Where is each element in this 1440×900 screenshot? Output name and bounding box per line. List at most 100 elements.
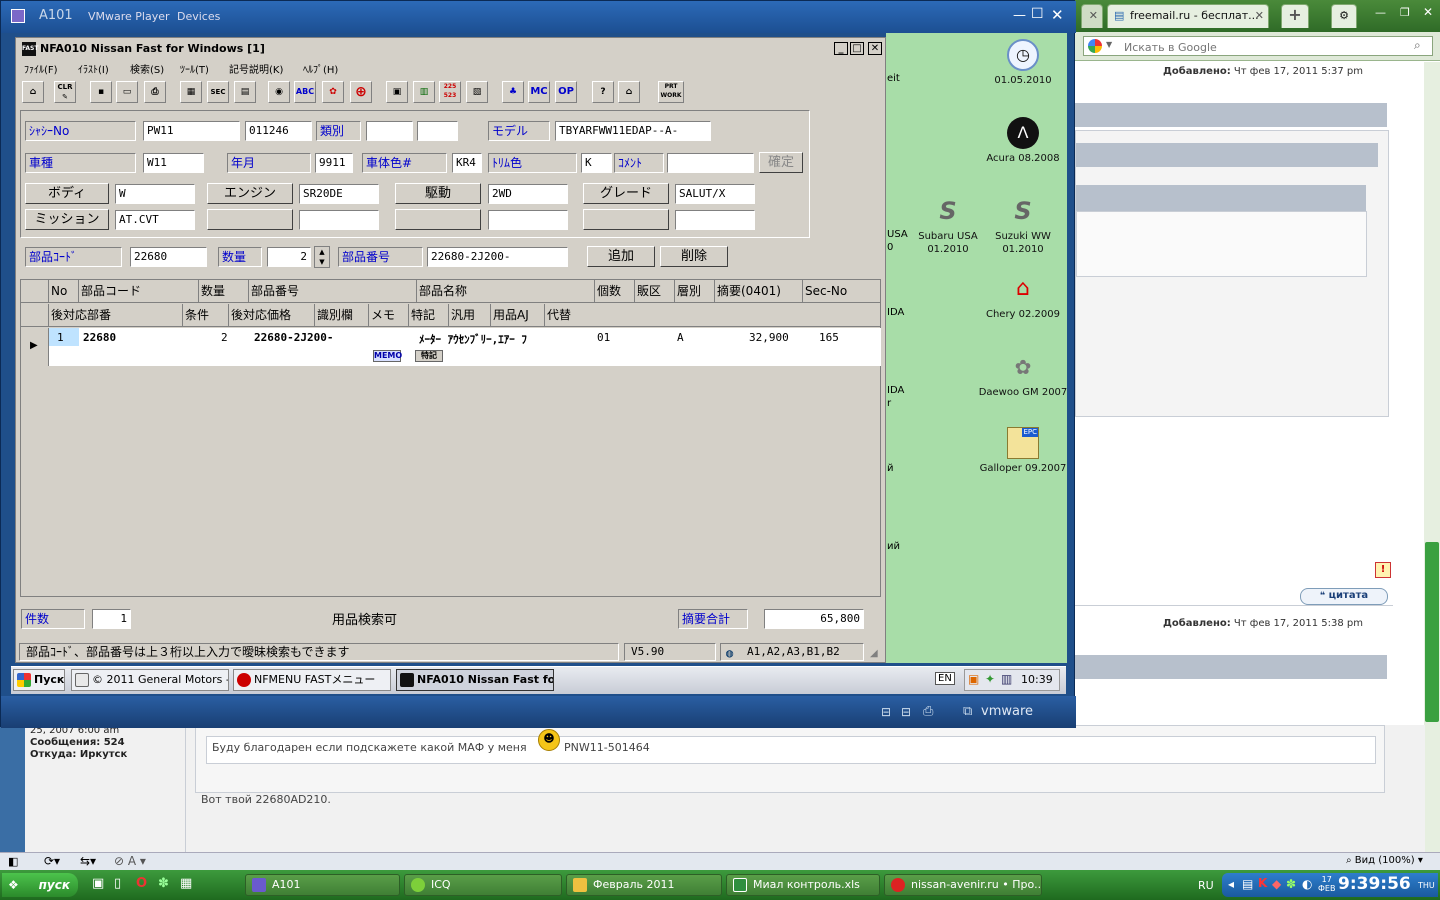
chassis-serial-field[interactable]: 011246 [245, 121, 312, 141]
extension-icon[interactable]: ⚙ [1331, 4, 1357, 28]
report-icon[interactable]: ! [1375, 562, 1391, 578]
menu-file[interactable]: ﾌｧｲﾙ(F) [24, 61, 58, 76]
resize-grip-icon[interactable]: ◢ [870, 648, 878, 659]
trim-color-field[interactable]: K [581, 153, 612, 173]
spec-field-empty[interactable] [299, 210, 379, 230]
column-header[interactable]: 汎用 [449, 304, 491, 327]
class-field-1[interactable] [366, 121, 413, 141]
spec-button-empty[interactable] [395, 209, 481, 230]
volume-icon[interactable]: ◐ [1302, 877, 1312, 891]
zoom-control[interactable]: ⌕ Вид (100%) ▾ [1346, 855, 1423, 866]
mc-button[interactable]: MC [528, 81, 550, 103]
guest-task-gm[interactable]: © 2011 General Motors -... [71, 669, 229, 691]
column-header[interactable]: メモ [369, 304, 409, 327]
close-icon[interactable]: ✕ [1089, 5, 1098, 27]
spec-button-empty[interactable] [583, 209, 669, 230]
device-network-icon[interactable]: ⊟ [901, 705, 911, 719]
selected-cell[interactable] [49, 328, 79, 346]
restore-icon[interactable]: ❐ [1400, 6, 1410, 19]
desktop-icon-clock[interactable]: ◷ 01.05.2010 [978, 39, 1068, 87]
spec-button-empty[interactable] [207, 209, 293, 230]
close-icon[interactable]: ✕ [1255, 5, 1264, 27]
engine-button[interactable]: エンジン [207, 183, 293, 204]
desktop-icon-galloper[interactable]: EPC Galloper 09.2007 [978, 427, 1068, 475]
desktop-icon-suzuki[interactable]: S Suzuki WW 01.2010 [978, 195, 1068, 256]
abc-search-button[interactable]: ABC [294, 81, 316, 103]
body-field[interactable]: W [115, 184, 195, 204]
column-header[interactable]: Sec-No [803, 280, 880, 303]
chevron-up-icon[interactable]: ▲ [319, 248, 324, 256]
list-view-icon[interactable]: ▤ [234, 81, 256, 103]
add-icon[interactable]: ⊕ [350, 81, 372, 103]
minimize-icon[interactable]: _ [834, 42, 848, 55]
browser-tab-freemail[interactable]: ▤ freemail.ru - бесплат... ✕ [1107, 4, 1269, 28]
row-selector[interactable]: ▶ [21, 328, 49, 366]
add-button[interactable]: 追加 [587, 246, 655, 267]
chevron-down-icon[interactable]: ▼ [319, 258, 324, 266]
desktop-icon-chery[interactable]: ⌂ Chery 02.2009 [978, 273, 1068, 321]
search-input[interactable] [1122, 39, 1406, 55]
share-icon[interactable]: ⇆▾ [80, 854, 96, 868]
guest-language-indicator[interactable]: EN [935, 672, 955, 685]
host-task-opera[interactable]: nissan-avenir.ru • Про... [884, 874, 1042, 896]
print-icon[interactable]: ⎙ [144, 81, 166, 103]
block-icon[interactable]: ⊘ A ▾ [114, 854, 146, 868]
menu-vmware-player[interactable]: VMware Player [88, 10, 170, 23]
disc-icon[interactable]: ◉ [268, 81, 290, 103]
device-cd-icon[interactable]: ⊟ [881, 705, 891, 719]
number-search-button[interactable]: 225 523 [439, 81, 461, 103]
tray-arrow-icon[interactable]: ◂ [1228, 877, 1234, 891]
maximize-icon[interactable]: ☐ [1031, 6, 1044, 22]
spec-field-empty[interactable] [675, 210, 755, 230]
mission-field[interactable]: AT.CVT [115, 210, 195, 230]
panel-toggle-icon[interactable]: ◧ [8, 855, 18, 868]
browser-tab-partial[interactable]: ✕ [1081, 4, 1103, 28]
column-header[interactable]: 用品AJ [491, 304, 545, 327]
grid-view-icon[interactable]: ▦ [180, 81, 202, 103]
desktop-icon-acura[interactable]: Λ Acura 08.2008 [978, 117, 1068, 165]
column-header[interactable]: 条件 [183, 304, 229, 327]
menu-devices[interactable]: Devices [177, 10, 220, 23]
minimize-icon[interactable]: — [1013, 8, 1026, 23]
clipboard-icon[interactable]: ▥ [413, 81, 435, 103]
document-icon[interactable]: ▯ [114, 876, 121, 891]
icq-tray-icon[interactable]: ✽ [1286, 877, 1296, 891]
chassis-no-field[interactable]: PW11 [143, 121, 240, 141]
comment-field[interactable] [667, 153, 754, 173]
section-button[interactable]: SEC [207, 81, 229, 103]
body-color-field[interactable]: KR4 [452, 153, 482, 173]
close-icon[interactable]: ✕ [1423, 5, 1433, 19]
host-task-a101[interactable]: A101 [245, 874, 400, 896]
tree-icon[interactable]: ♣ [502, 81, 524, 103]
part-code-field[interactable]: 22680 [130, 247, 207, 267]
network-icon[interactable]: ▤ [1242, 877, 1253, 891]
spec-field-empty[interactable] [488, 210, 568, 230]
help-icon[interactable]: ? [592, 81, 614, 103]
start-button[interactable]: ❖ пуск [2, 873, 78, 897]
save-icon[interactable]: ▣ [92, 876, 104, 891]
column-header[interactable]: 層別 [675, 280, 715, 303]
grade-button[interactable]: グレード [583, 183, 669, 204]
desktop-icon-daewoo[interactable]: ✿ Daewoo GM 2007 [978, 351, 1068, 399]
vehicle-type-field[interactable]: W11 [143, 153, 204, 173]
icq-quick-icon[interactable]: ✽ [158, 876, 169, 891]
grade-field[interactable]: SALUT/X [675, 184, 755, 204]
guest-task-nfmenu[interactable]: NFMENU FASTメニュー [233, 669, 391, 691]
chevron-down-icon[interactable]: ▼ [1106, 40, 1112, 49]
language-indicator[interactable]: RU [1198, 879, 1214, 892]
column-header[interactable]: No [49, 280, 79, 303]
body-button[interactable]: ボディ [25, 183, 109, 204]
open-icon[interactable]: ▭ [116, 81, 138, 103]
home-icon[interactable]: ⌂ [618, 81, 640, 103]
column-header[interactable]: 識別欄 [315, 304, 369, 327]
delete-button[interactable]: 削除 [660, 246, 728, 267]
scroll-thumb[interactable] [1425, 542, 1439, 722]
confirm-button[interactable]: 確定 [759, 152, 803, 173]
column-header[interactable]: 摘要(0401) [715, 280, 803, 303]
menu-illustration[interactable]: ｲﾗｽﾄ(I) [78, 61, 109, 76]
column-header[interactable]: 後対応部番 [49, 304, 183, 327]
column-header[interactable]: 販区 [635, 280, 675, 303]
quote-button[interactable]: ❝ цитата [1300, 588, 1388, 605]
class-field-2[interactable] [417, 121, 458, 141]
op-button[interactable]: OP [555, 81, 577, 103]
